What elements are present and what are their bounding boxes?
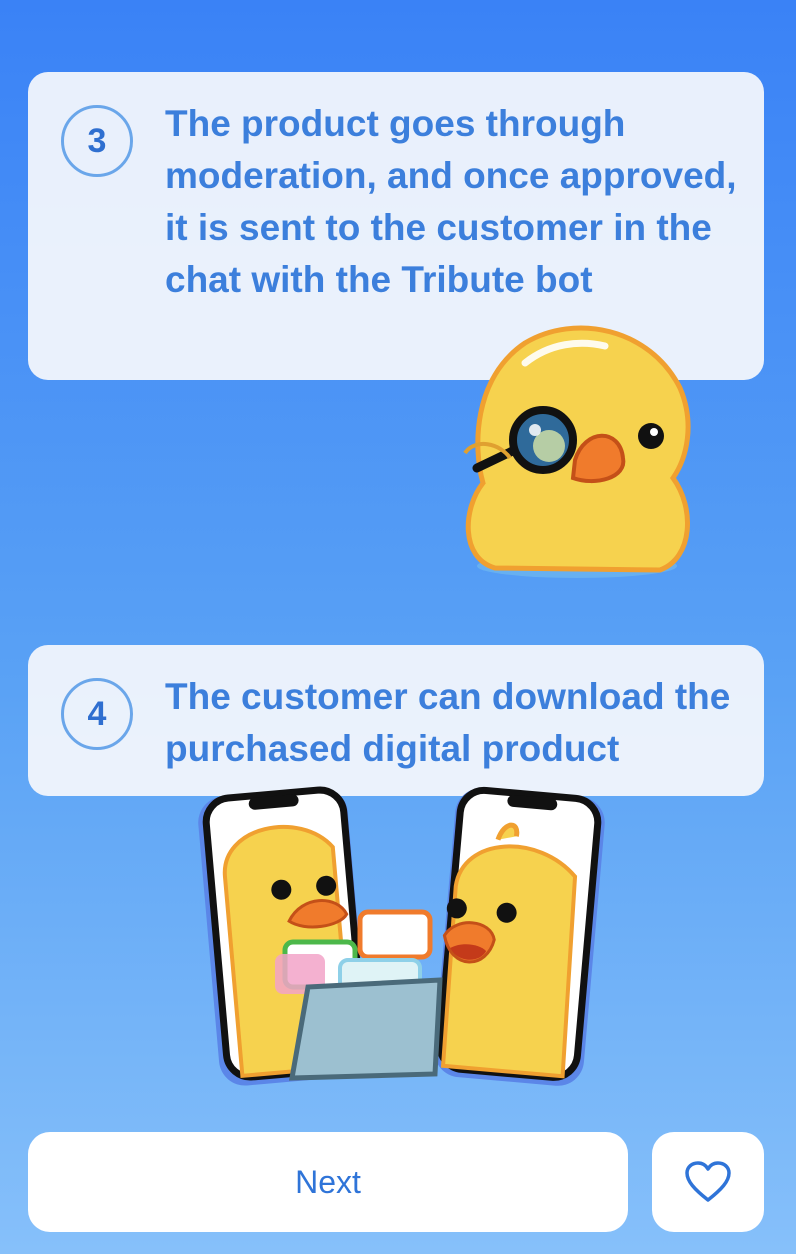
ducks-phones-sticker [198,786,605,1086]
next-button[interactable]: Next [28,1132,628,1232]
step-number-badge: 3 [61,105,133,177]
step-card-4: 4 The customer can download the purchase… [28,645,764,796]
step-number-badge: 4 [61,678,133,750]
heart-icon [685,1161,731,1202]
duck-magnifier-sticker [463,325,691,578]
step-description: The customer can download the purchased … [165,676,731,769]
favorite-button[interactable] [652,1132,764,1232]
step-description: The product goes through moderation, and… [165,103,737,300]
